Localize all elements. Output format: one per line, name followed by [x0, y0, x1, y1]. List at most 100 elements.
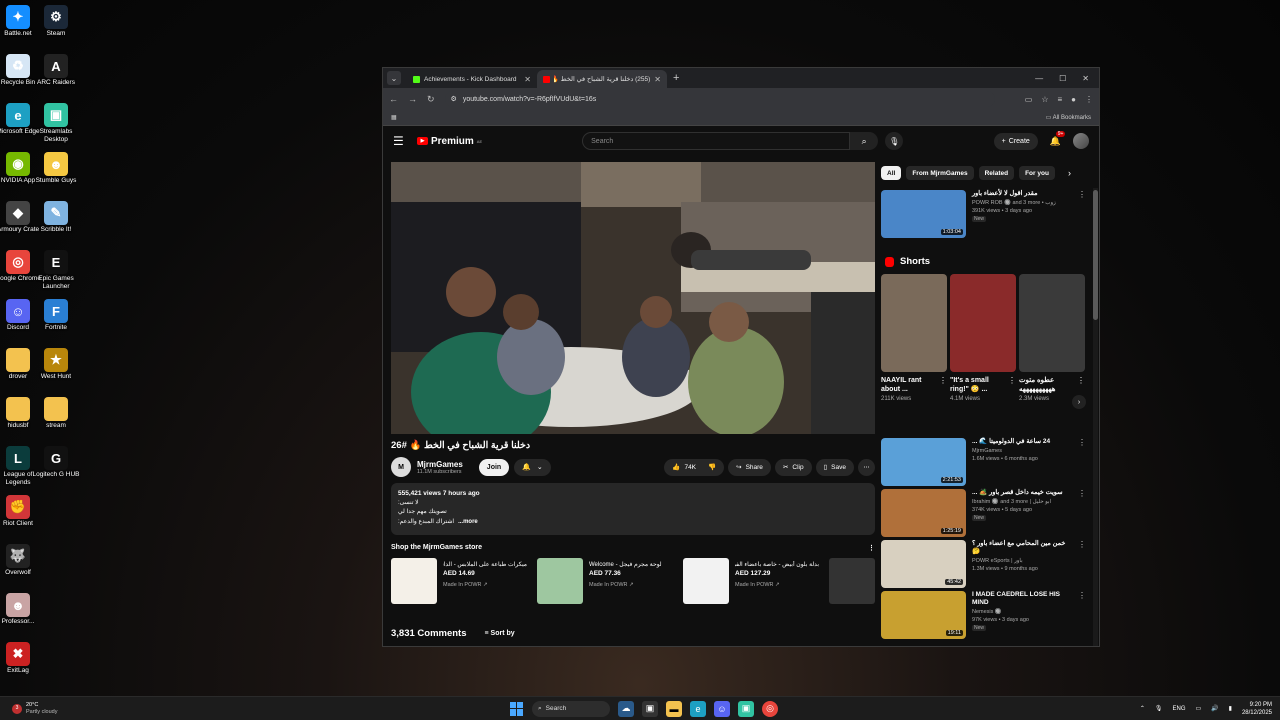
- more-icon[interactable]: ⋮: [1078, 489, 1086, 537]
- reload-icon[interactable]: ↻: [427, 94, 435, 105]
- recommendation[interactable]: 1:25:19 سويت خيمه داخل قصر باور 🏕️ ... I…: [881, 489, 1086, 537]
- network-icon[interactable]: ▭: [1196, 705, 1202, 712]
- channel-avatar[interactable]: M: [391, 457, 411, 477]
- thumbs-down-icon[interactable]: 👎: [708, 463, 716, 471]
- more-icon[interactable]: ⋮: [1078, 190, 1086, 238]
- store-item[interactable]: Welcome - لوحة مجرم فيجل AED 77.36 Made …: [537, 558, 673, 606]
- desktop-icon[interactable]: hidusbf: [0, 394, 38, 443]
- start-icon[interactable]: [510, 701, 524, 716]
- desktop-icon[interactable]: ✖ ExitLag: [0, 639, 38, 688]
- share-button[interactable]: ↪ Share: [728, 458, 771, 476]
- more-icon[interactable]: ⋮: [1078, 540, 1086, 588]
- chevron-right-icon[interactable]: ›: [1068, 168, 1071, 178]
- desktop-icon[interactable]: ★ West Hunt: [36, 345, 76, 394]
- new-tab-button[interactable]: +: [673, 72, 679, 84]
- create-button[interactable]: + Create: [993, 132, 1038, 150]
- save-button[interactable]: ▯ Save: [815, 458, 854, 476]
- desktop-icon[interactable]: ◉ NVIDIA App: [0, 149, 38, 198]
- battery-icon[interactable]: ▮: [1229, 705, 1232, 712]
- taskbar-search[interactable]: ⌕ Search: [532, 700, 610, 717]
- recommendation[interactable]: 1:03:04 مقدر اقول لا لأعضاء باور POWR RO…: [881, 190, 1086, 238]
- minimize-icon[interactable]: —: [1035, 74, 1043, 83]
- short-item[interactable]: عطوه متوت ههههههههههه ⋮ 2.3M views: [1019, 274, 1085, 402]
- edge-icon[interactable]: e: [690, 700, 706, 717]
- more-icon[interactable]: ⋮: [1078, 438, 1086, 486]
- store-item[interactable]: ميكرات طباعة على الملابس - الدانة AED 14…: [391, 558, 527, 606]
- clip-button[interactable]: ✂ Clip: [774, 458, 812, 476]
- search-icon[interactable]: ⌕: [850, 132, 879, 150]
- scrollbar-thumb[interactable]: [1093, 190, 1098, 320]
- weather-widget[interactable]: 3 20°C Partly cloudy: [0, 702, 58, 716]
- site-info-icon[interactable]: ⚙: [451, 95, 457, 103]
- desktop-icon[interactable]: A ARC Raiders: [36, 51, 76, 100]
- recommendation[interactable]: 45:42 خمن مين المحامي مع اعضاء باور ؟ 🤔 …: [881, 540, 1086, 588]
- desktop-icon[interactable]: ✎ Scribble It!: [36, 198, 76, 247]
- tab-youtube[interactable]: (255) دخلنا قرية الشباح في الخط 🔥 #26 ✕: [537, 70, 667, 88]
- discord-icon[interactable]: ☺: [714, 700, 730, 717]
- description-box[interactable]: 555,421 views 7 hours ago لا تنسى: تصويت…: [391, 483, 875, 535]
- join-button[interactable]: Join: [478, 458, 510, 476]
- task-view-icon[interactable]: ▣: [642, 700, 658, 717]
- desktop-icon[interactable]: 🐺 Overwolf: [0, 541, 38, 590]
- desktop-icon[interactable]: ⚙ Steam: [36, 2, 76, 51]
- tab-search-button[interactable]: ⌄: [387, 71, 401, 85]
- volume-icon[interactable]: 🔊: [1211, 705, 1218, 712]
- more-icon[interactable]: ⋮: [1078, 591, 1086, 639]
- desktop-icon[interactable]: F Fortnite: [36, 296, 76, 345]
- recommendation[interactable]: 19:11 I MADE CAEDREL LOSE HIS MIND Nemes…: [881, 591, 1086, 639]
- address-bar[interactable]: ⚙ youtube.com/watch?v=-R6pfIfVUdU&t=16s: [444, 91, 995, 107]
- search-input[interactable]: Search: [582, 132, 851, 150]
- chevron-up-icon[interactable]: ⌃: [1140, 705, 1145, 712]
- short-item[interactable]: "It's a small ring!" 😳 ... ⋮ 4.1M views: [950, 274, 1016, 402]
- more-actions-icon[interactable]: ⋯: [858, 458, 875, 476]
- desktop-icon[interactable]: ☻ Stumble Guys: [36, 149, 76, 198]
- more-icon[interactable]: ⋮: [939, 376, 947, 394]
- tab-kick[interactable]: Achievements - Kick Dashboard ✕: [407, 70, 537, 88]
- desktop-icon[interactable]: ◆ Armoury Crate: [0, 198, 39, 247]
- streamlabs-icon[interactable]: ▣: [738, 700, 754, 717]
- avatar[interactable]: [1073, 133, 1089, 149]
- chip-from-channel[interactable]: From MjrmGames: [906, 166, 974, 180]
- forward-icon[interactable]: →: [408, 94, 417, 104]
- more-icon[interactable]: ⋮: [1008, 376, 1016, 394]
- hamburger-icon[interactable]: ☰: [393, 134, 417, 148]
- clock[interactable]: 9:20 PM 28/12/2025: [1242, 701, 1272, 717]
- apps-grid-icon[interactable]: ▦: [391, 114, 397, 121]
- maximize-icon[interactable]: ☐: [1059, 74, 1066, 83]
- language[interactable]: ENG: [1172, 706, 1185, 712]
- back-icon[interactable]: ←: [389, 94, 398, 104]
- desktop-icon[interactable]: ▣ Streamlabs Desktop: [36, 100, 76, 149]
- close-window-icon[interactable]: ✕: [1082, 74, 1089, 83]
- short-item[interactable]: NAAYIL rant about ... ⋮ 211K views: [881, 274, 947, 402]
- cast-icon[interactable]: ▭: [1025, 95, 1033, 104]
- close-tab-icon[interactable]: ✕: [654, 75, 661, 84]
- store-item[interactable]: بدلة بلون أبيض - خاصة بأعضاء الفريق AED …: [683, 558, 819, 606]
- profile-icon[interactable]: ●: [1071, 95, 1076, 104]
- desktop-icon[interactable]: stream: [36, 394, 76, 443]
- store-item[interactable]: [829, 558, 875, 606]
- more-icon[interactable]: ⋮: [1077, 376, 1085, 394]
- desktop-icon[interactable]: drover: [0, 345, 38, 394]
- desktop-icon[interactable]: E Epic Games Launcher: [36, 247, 76, 296]
- sort-button[interactable]: ≡ Sort by: [485, 630, 515, 637]
- desktop-icon[interactable]: ✊ Riot Client: [0, 492, 38, 541]
- desktop-icon[interactable]: ☺ Discord: [0, 296, 38, 345]
- youtube-logo[interactable]: ▶ Premium AE: [417, 136, 482, 147]
- video-player[interactable]: [391, 162, 875, 434]
- desktop-icon[interactable]: G Logitech G HUB: [33, 443, 79, 492]
- desktop-icon[interactable]: ♻ Recycle Bin: [0, 51, 38, 100]
- chip-for-you[interactable]: For you: [1019, 166, 1055, 180]
- mic-icon[interactable]: 🎙: [1155, 705, 1163, 712]
- chip-related[interactable]: Related: [978, 166, 1015, 180]
- file-explorer-icon[interactable]: ▬: [666, 700, 682, 717]
- shorts-next-icon[interactable]: ›: [1072, 395, 1086, 409]
- store-menu-icon[interactable]: ⋮: [868, 544, 875, 552]
- chrome-icon[interactable]: ◎: [762, 700, 778, 717]
- channel-name[interactable]: MjrmGames: [417, 460, 463, 469]
- desktop-icon[interactable]: L League of Legends: [0, 443, 38, 492]
- all-bookmarks[interactable]: ▭ All Bookmarks: [1046, 114, 1091, 121]
- like-button[interactable]: 👍 74K 👎: [664, 458, 725, 476]
- extensions-icon[interactable]: ≡: [1057, 95, 1062, 104]
- bookmark-star-icon[interactable]: ☆: [1041, 95, 1048, 104]
- mic-icon[interactable]: 🎙: [885, 132, 904, 150]
